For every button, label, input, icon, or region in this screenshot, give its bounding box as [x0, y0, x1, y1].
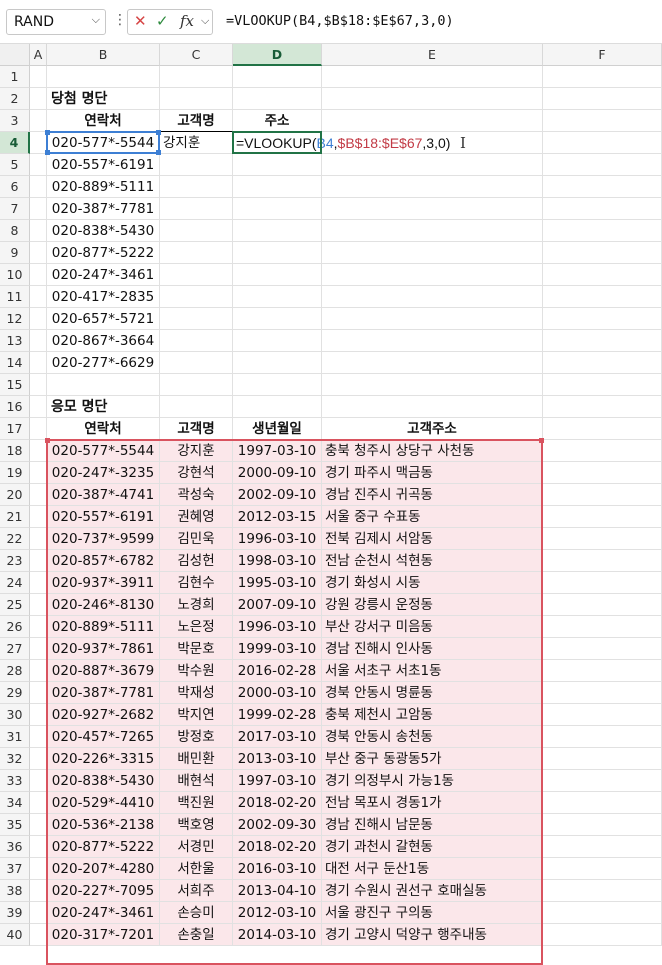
more-options-icon[interactable]: ⋮ — [113, 12, 127, 28]
row-header-36[interactable]: 36 — [0, 836, 30, 858]
row-header-9[interactable]: 9 — [0, 242, 30, 264]
table-header-cell[interactable]: 연락처 — [48, 418, 158, 440]
table-header-cell[interactable]: 고객명 — [161, 418, 231, 440]
range-handle[interactable] — [45, 150, 50, 155]
column-header-a[interactable]: A — [30, 44, 47, 66]
phone-cell[interactable]: 020-889*-5111 — [48, 176, 158, 198]
column-header-f[interactable]: F — [543, 44, 662, 66]
insert-function-icon[interactable]: fx — [180, 12, 194, 30]
row-header-33[interactable]: 33 — [0, 770, 30, 792]
spreadsheet-grid[interactable]: ABCDEF 1 2 3 4 5 6 7 8 9 10 11 12 13 14 15 16 17 18 19 20 21… — [0, 44, 662, 965]
row-header-31[interactable]: 31 — [0, 726, 30, 748]
chevron-down-icon[interactable]: ⌵ — [92, 13, 100, 27]
column-header-e[interactable]: E — [322, 44, 543, 66]
formula-buttons: ✕ ✓ fx ⌵ — [127, 9, 213, 35]
reference-highlight-b4 — [45, 130, 161, 155]
row-header-16[interactable]: 16 — [0, 396, 30, 418]
text-cursor-icon: I — [460, 134, 466, 152]
enter-icon[interactable]: ✓ — [156, 12, 169, 30]
cancel-icon[interactable]: ✕ — [134, 12, 147, 30]
row-header-12[interactable]: 12 — [0, 308, 30, 330]
column-header-d[interactable]: D — [233, 44, 322, 66]
phone-cell[interactable]: 020-867*-3664 — [48, 330, 158, 352]
row-header-13[interactable]: 13 — [0, 330, 30, 352]
range-handle[interactable] — [156, 130, 161, 135]
row-header-38[interactable]: 38 — [0, 880, 30, 902]
row-header-29[interactable]: 29 — [0, 682, 30, 704]
row-header-20[interactable]: 20 — [0, 484, 30, 506]
row-header-37[interactable]: 37 — [0, 858, 30, 880]
row-header-15[interactable]: 15 — [0, 374, 30, 396]
phone-cell[interactable]: 020-557*-6191 — [48, 154, 158, 176]
table-header-cell[interactable]: 연락처 — [48, 110, 158, 132]
formula-input[interactable]: =VLOOKUP(B4,$B$18:$E$67,3,0) — [226, 13, 454, 29]
name-cell[interactable]: 강지훈 — [161, 132, 233, 154]
formula-part-suffix: ,3,0) — [422, 135, 451, 151]
row-header-10[interactable]: 10 — [0, 264, 30, 286]
row-header-4[interactable]: 4 — [0, 132, 30, 154]
phone-cell[interactable]: 020-838*-5430 — [48, 220, 158, 242]
table-header-cell[interactable]: 고객명 — [161, 110, 231, 132]
row-header-19[interactable]: 19 — [0, 462, 30, 484]
row-header-8[interactable]: 8 — [0, 220, 30, 242]
row-header-39[interactable]: 39 — [0, 902, 30, 924]
name-box[interactable]: RAND ⌵ — [6, 9, 106, 35]
column-header-c[interactable]: C — [160, 44, 233, 66]
phone-cell[interactable]: 020-387*-7781 — [48, 198, 158, 220]
range-handle[interactable] — [45, 438, 50, 443]
row-header-14[interactable]: 14 — [0, 352, 30, 374]
active-cell-d4 — [232, 131, 322, 154]
row-header-28[interactable]: 28 — [0, 660, 30, 682]
row-header-6[interactable]: 6 — [0, 176, 30, 198]
row-header-2[interactable]: 2 — [0, 88, 30, 110]
row-header-30[interactable]: 30 — [0, 704, 30, 726]
row-header-11[interactable]: 11 — [0, 286, 30, 308]
range-handle[interactable] — [539, 438, 544, 443]
cell-area[interactable]: 당첨 명단 연락처 고객명 주소 020-577*-5544 020-557*-6191 0… — [30, 66, 662, 965]
row-header-35[interactable]: 35 — [0, 814, 30, 836]
table-header-cell[interactable]: 고객주소 — [323, 418, 541, 440]
row-header-26[interactable]: 26 — [0, 616, 30, 638]
row-header-21[interactable]: 21 — [0, 506, 30, 528]
row-header-5[interactable]: 5 — [0, 154, 30, 176]
formula-part-ref2: $B$18:$E$67 — [337, 135, 423, 151]
select-all-corner[interactable] — [0, 44, 30, 66]
section-title-applicants[interactable]: 응모 명단 — [48, 396, 161, 418]
row-header-24[interactable]: 24 — [0, 572, 30, 594]
name-box-value: RAND — [14, 14, 54, 30]
row-header-23[interactable]: 23 — [0, 550, 30, 572]
phone-cell[interactable]: 020-417*-2835 — [48, 286, 158, 308]
formula-bar: RAND ⌵ ⋮ ✕ ✓ fx ⌵ =VLOOKUP(B4,$B$18:$E$6… — [0, 0, 662, 44]
phone-cell[interactable]: 020-277*-6629 — [48, 352, 158, 374]
column-header-b[interactable]: B — [47, 44, 160, 66]
row-header-32[interactable]: 32 — [0, 748, 30, 770]
row-header-40[interactable]: 40 — [0, 924, 30, 946]
chevron-down-icon[interactable]: ⌵ — [201, 14, 209, 28]
table-header-cell[interactable]: 주소 — [234, 110, 320, 132]
row-header-3[interactable]: 3 — [0, 110, 30, 132]
row-header-18[interactable]: 18 — [0, 440, 30, 462]
row-header-7[interactable]: 7 — [0, 198, 30, 220]
range-handle[interactable] — [156, 150, 161, 155]
row-header-25[interactable]: 25 — [0, 594, 30, 616]
reference-highlight-range — [45, 438, 544, 965]
range-handle[interactable] — [45, 130, 50, 135]
row-header-22[interactable]: 22 — [0, 528, 30, 550]
phone-cell[interactable]: 020-657*-5721 — [48, 308, 158, 330]
row-header-27[interactable]: 27 — [0, 638, 30, 660]
phone-cell[interactable]: 020-247*-3461 — [48, 264, 158, 286]
phone-cell[interactable]: 020-877*-5222 — [48, 242, 158, 264]
row-header-34[interactable]: 34 — [0, 792, 30, 814]
row-header-17[interactable]: 17 — [0, 418, 30, 440]
row-header-1[interactable]: 1 — [0, 66, 30, 88]
table-header-cell[interactable]: 생년월일 — [234, 418, 320, 440]
section-title-winners[interactable]: 당첨 명단 — [48, 88, 161, 110]
